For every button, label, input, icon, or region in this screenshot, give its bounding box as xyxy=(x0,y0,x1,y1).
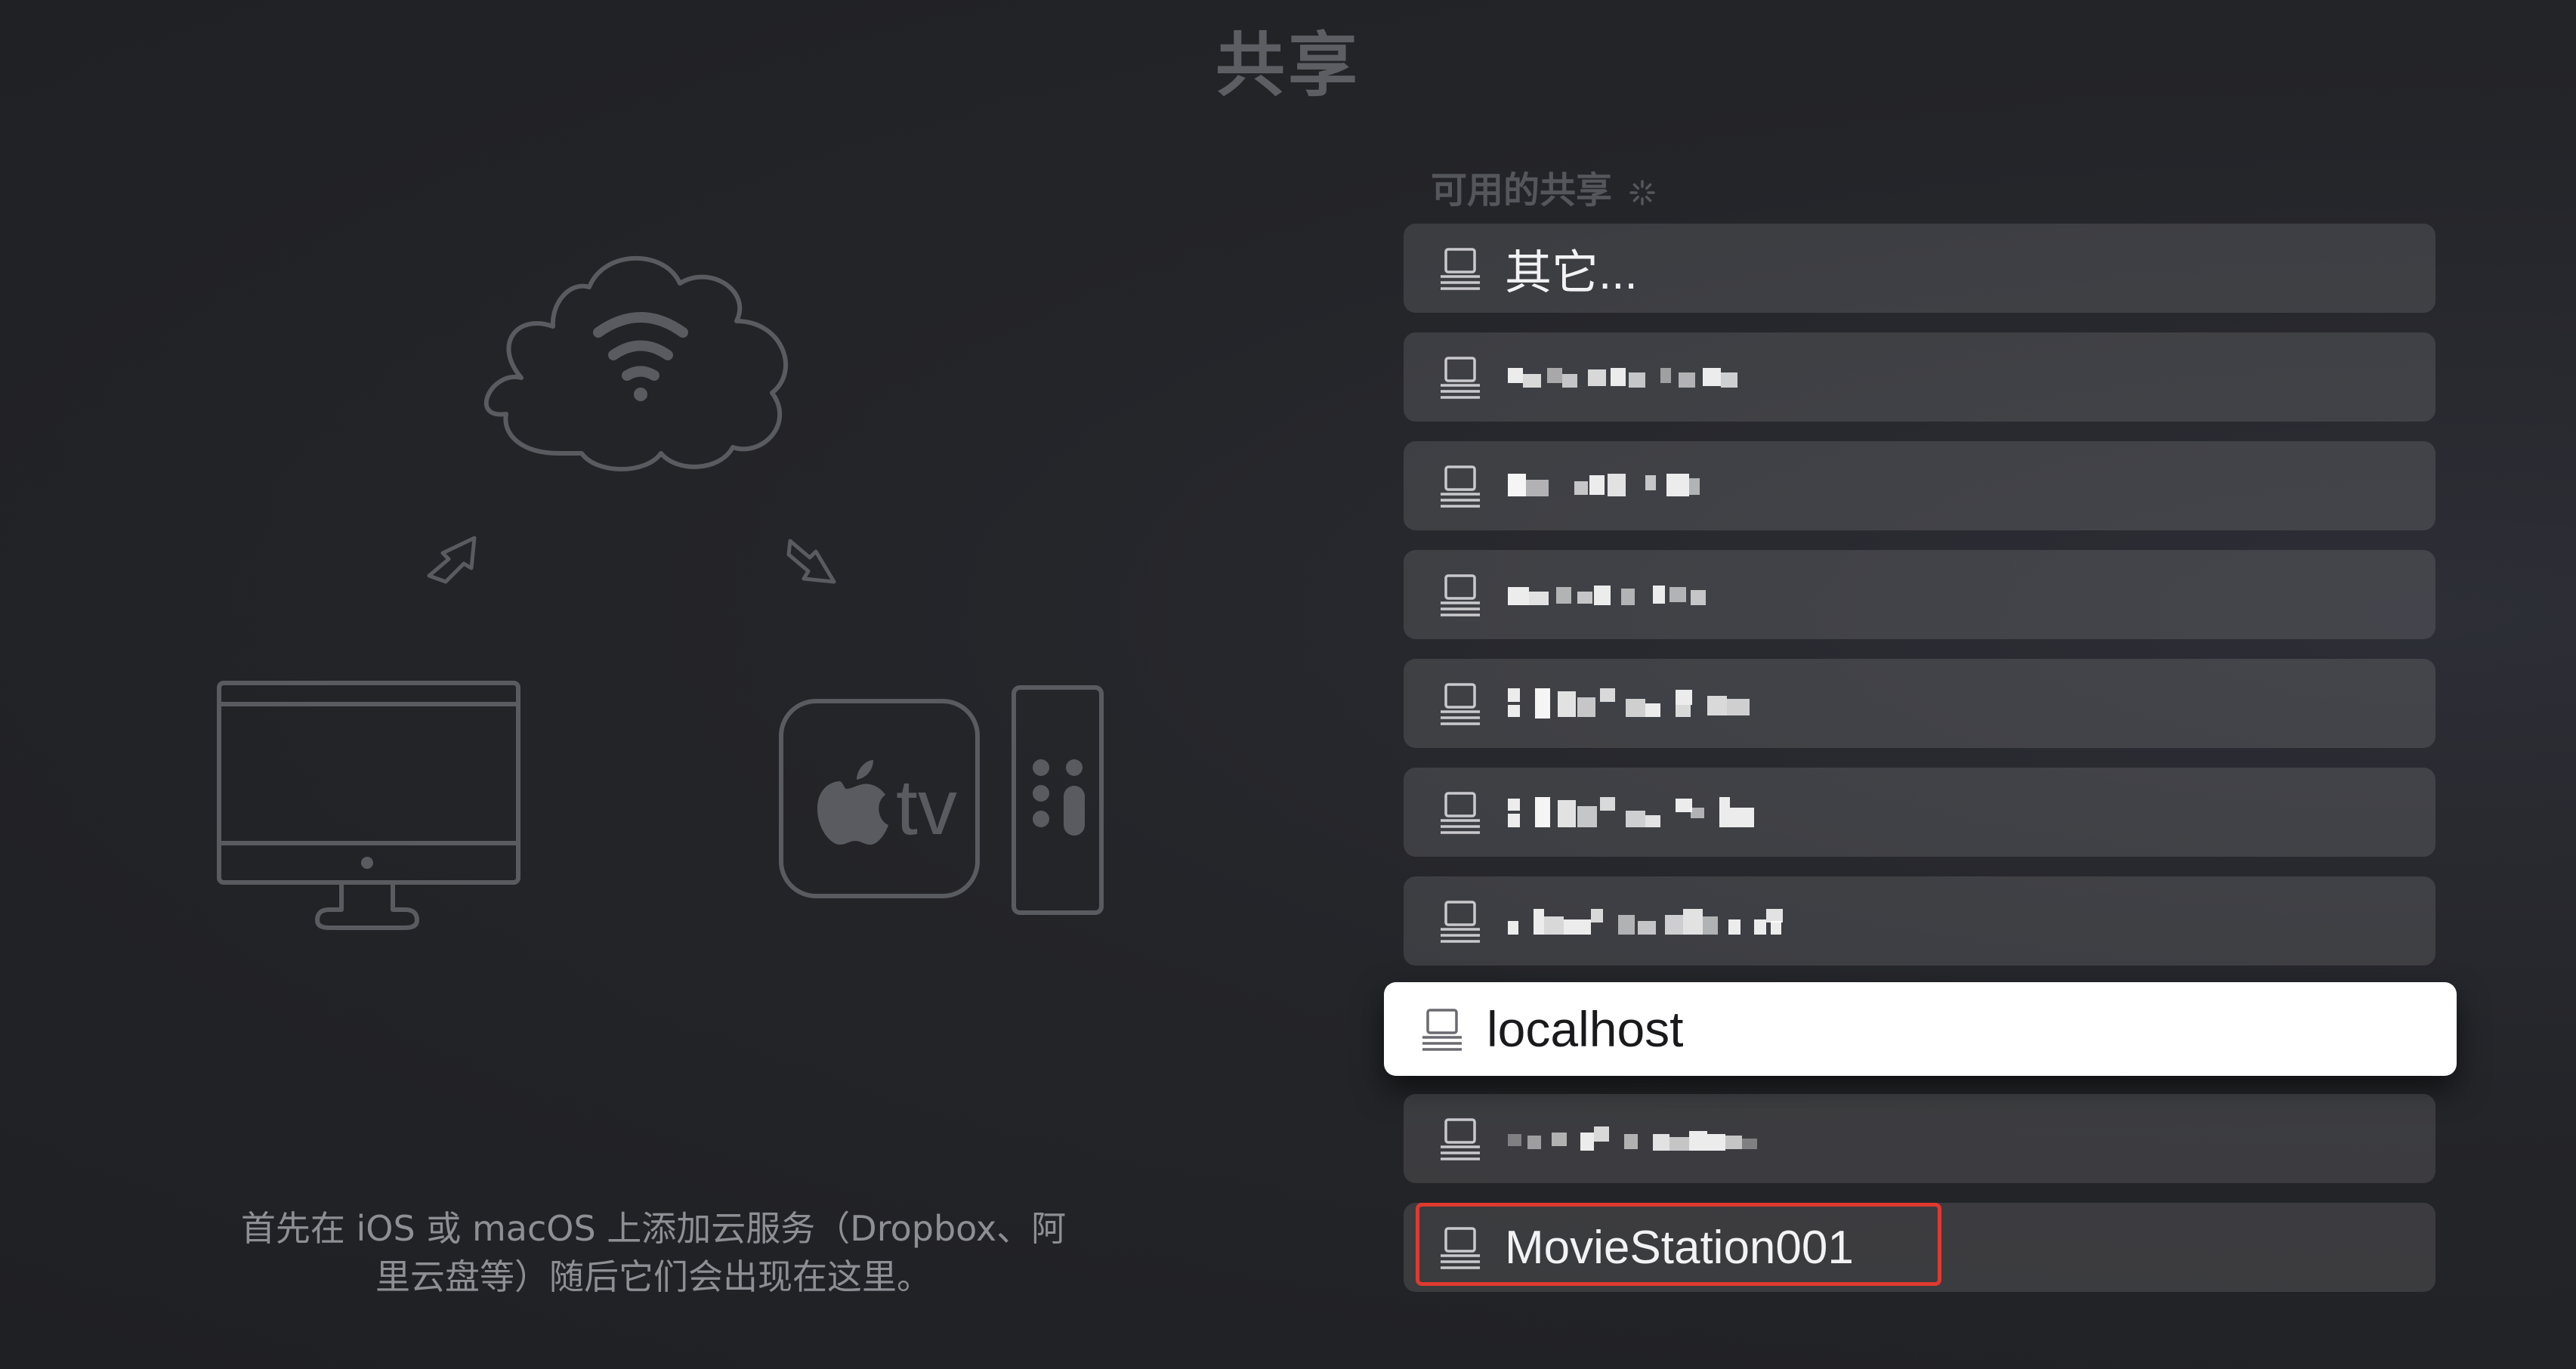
available-shares-header: 可用的共享 xyxy=(1431,160,1656,213)
share-item-moviestation001[interactable]: MovieStation001 xyxy=(1404,1203,2435,1292)
share-item-redacted[interactable] xyxy=(1404,876,2435,966)
empty-state-illustration: tv 首先在 iOS 或 macOS 上添加云服务（Dropbox、阿 里云盘等… xyxy=(0,0,1284,1369)
server-icon xyxy=(1435,1114,1485,1163)
redacted-name xyxy=(1508,1126,1757,1151)
server-icon xyxy=(1435,352,1485,402)
redacted-name xyxy=(1508,909,1783,935)
redacted-name xyxy=(1508,586,1706,605)
share-item-redacted[interactable] xyxy=(1404,1094,2435,1183)
cloud-wifi-icon xyxy=(483,255,788,471)
share-item-localhost[interactable]: localhost xyxy=(1384,982,2457,1076)
instructions-text: 首先在 iOS 或 macOS 上添加云服务（Dropbox、阿 里云盘等）随后… xyxy=(174,1204,1133,1301)
share-item-redacted[interactable] xyxy=(1404,550,2435,639)
share-item-label: localhost xyxy=(1487,1001,1684,1057)
server-icon xyxy=(1435,570,1485,620)
share-item-label: MovieStation001 xyxy=(1505,1221,1854,1274)
server-icon xyxy=(1435,787,1485,837)
share-item-other[interactable]: 其它... xyxy=(1404,224,2435,313)
arrow-up-right-icon xyxy=(427,536,477,584)
siri-remote-icon xyxy=(1012,685,1104,915)
spinner-icon xyxy=(1629,173,1656,206)
available-shares-label: 可用的共享 xyxy=(1431,169,1613,212)
server-icon xyxy=(1435,1222,1485,1272)
illustration-graphic: tv xyxy=(217,255,1104,930)
server-icon xyxy=(1435,243,1485,293)
redacted-name xyxy=(1508,688,1750,718)
apple-tv-icon: tv xyxy=(779,699,980,898)
share-item-redacted[interactable] xyxy=(1404,441,2435,530)
server-icon xyxy=(1435,896,1485,946)
redacted-name xyxy=(1508,368,1737,388)
imac-icon xyxy=(217,681,520,930)
share-item-redacted[interactable] xyxy=(1404,768,2435,857)
share-item-redacted[interactable] xyxy=(1404,332,2435,422)
server-icon xyxy=(1435,461,1485,511)
svg-text:tv: tv xyxy=(896,764,957,851)
server-icon xyxy=(1417,1004,1467,1054)
share-item-redacted[interactable] xyxy=(1404,659,2435,748)
instructions-line-1: 首先在 iOS 或 macOS 上添加云服务（Dropbox、阿 xyxy=(240,1208,1067,1249)
share-item-label: 其它... xyxy=(1505,247,1638,299)
redacted-name xyxy=(1508,474,1700,496)
redacted-name xyxy=(1508,797,1754,827)
server-icon xyxy=(1435,678,1485,728)
arrow-down-right-icon xyxy=(786,539,836,584)
instructions-line-2: 里云盘等）随后它们会出现在这里。 xyxy=(375,1256,931,1297)
